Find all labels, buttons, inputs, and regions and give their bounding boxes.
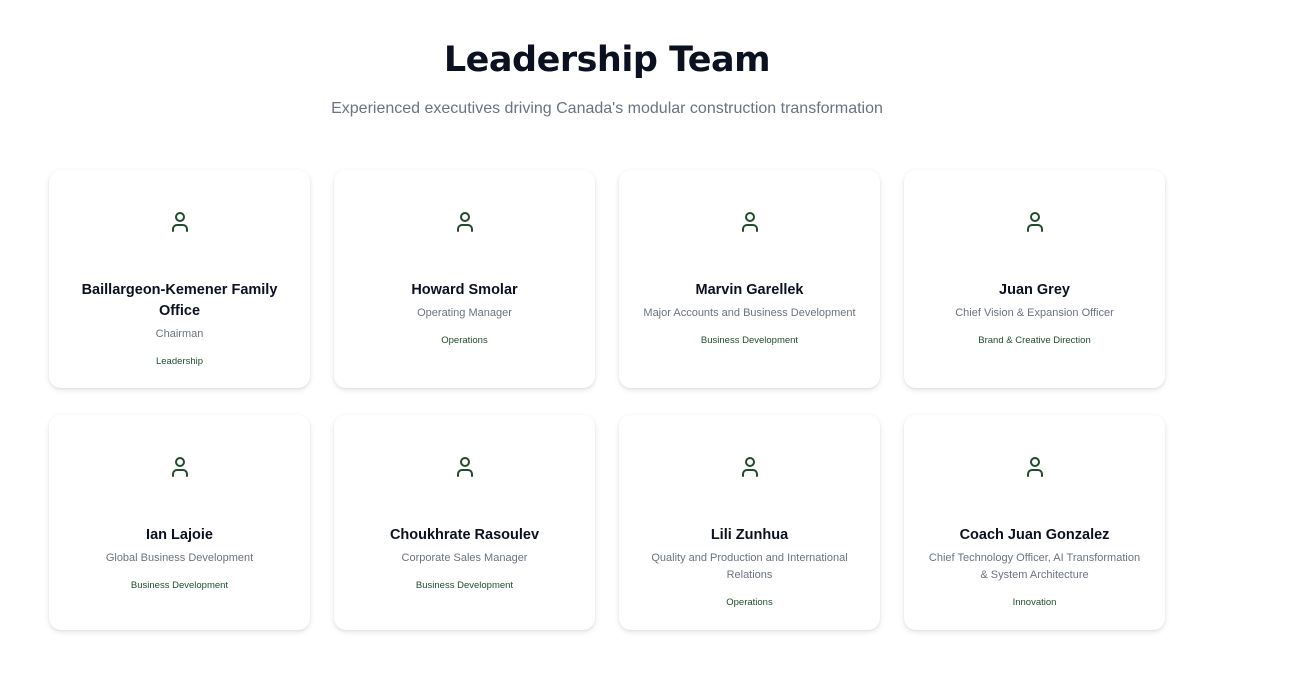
user-icon <box>741 212 758 232</box>
team-member-card: Choukhrate Rasoulev Corporate Sales Mana… <box>334 415 595 630</box>
user-icon <box>741 457 758 477</box>
member-name: Marvin Garellek <box>695 282 804 298</box>
member-department: Business Development <box>130 580 229 591</box>
user-icon <box>456 457 473 477</box>
member-role: Chairman <box>155 328 204 340</box>
team-member-card: Baillargeon-Kemener Family Office Chairm… <box>49 170 310 388</box>
member-name: Baillargeon-Kemener Family Office <box>81 282 278 319</box>
team-member-card: Juan Grey Chief Vision & Expansion Offic… <box>904 170 1165 388</box>
user-icon <box>456 212 473 232</box>
member-department: Leadership <box>155 356 203 367</box>
page-subtitle: Experienced executives driving Canada's … <box>331 100 883 117</box>
team-grid: Baillargeon-Kemener Family Office Chairm… <box>49 170 1165 630</box>
member-role: Operating Manager <box>417 307 512 319</box>
user-icon <box>1026 212 1043 232</box>
team-member-card: Lili Zunhua Quality and Production and I… <box>619 415 880 630</box>
member-role: Corporate Sales Manager <box>401 552 528 564</box>
member-department: Operations <box>441 335 488 346</box>
member-name: Lili Zunhua <box>710 527 789 543</box>
member-role: Quality and Production and International… <box>651 552 848 581</box>
member-name: Ian Lajoie <box>146 527 213 543</box>
member-role: Major Accounts and Business Development <box>643 307 856 319</box>
leadership-page: Leadership Team Experienced executives d… <box>0 0 1314 676</box>
user-icon <box>171 212 188 232</box>
member-department: Business Development <box>700 335 799 346</box>
member-name: Howard Smolar <box>411 282 518 298</box>
member-role: Global Business Development <box>105 552 254 564</box>
team-member-card: Coach Juan Gonzalez Chief Technology Off… <box>904 415 1165 630</box>
member-name: Choukhrate Rasoulev <box>389 527 540 543</box>
member-role: Chief Technology Officer, AI Transformat… <box>928 552 1141 581</box>
team-member-card: Ian Lajoie Global Business Development B… <box>49 415 310 630</box>
team-member-card: Howard Smolar Operating Manager Operatio… <box>334 170 595 388</box>
member-department: Operations <box>726 597 773 608</box>
user-icon <box>171 457 188 477</box>
member-department: Brand & Creative Direction <box>978 335 1091 346</box>
team-member-card: Marvin Garellek Major Accounts and Busin… <box>619 170 880 388</box>
user-icon <box>1026 457 1043 477</box>
member-department: Innovation <box>1012 597 1057 608</box>
member-department: Business Development <box>415 580 514 591</box>
member-name: Juan Grey <box>999 282 1070 298</box>
member-name: Coach Juan Gonzalez <box>959 527 1110 543</box>
member-role: Chief Vision & Expansion Officer <box>955 307 1114 319</box>
page-title: Leadership Team <box>443 40 771 80</box>
